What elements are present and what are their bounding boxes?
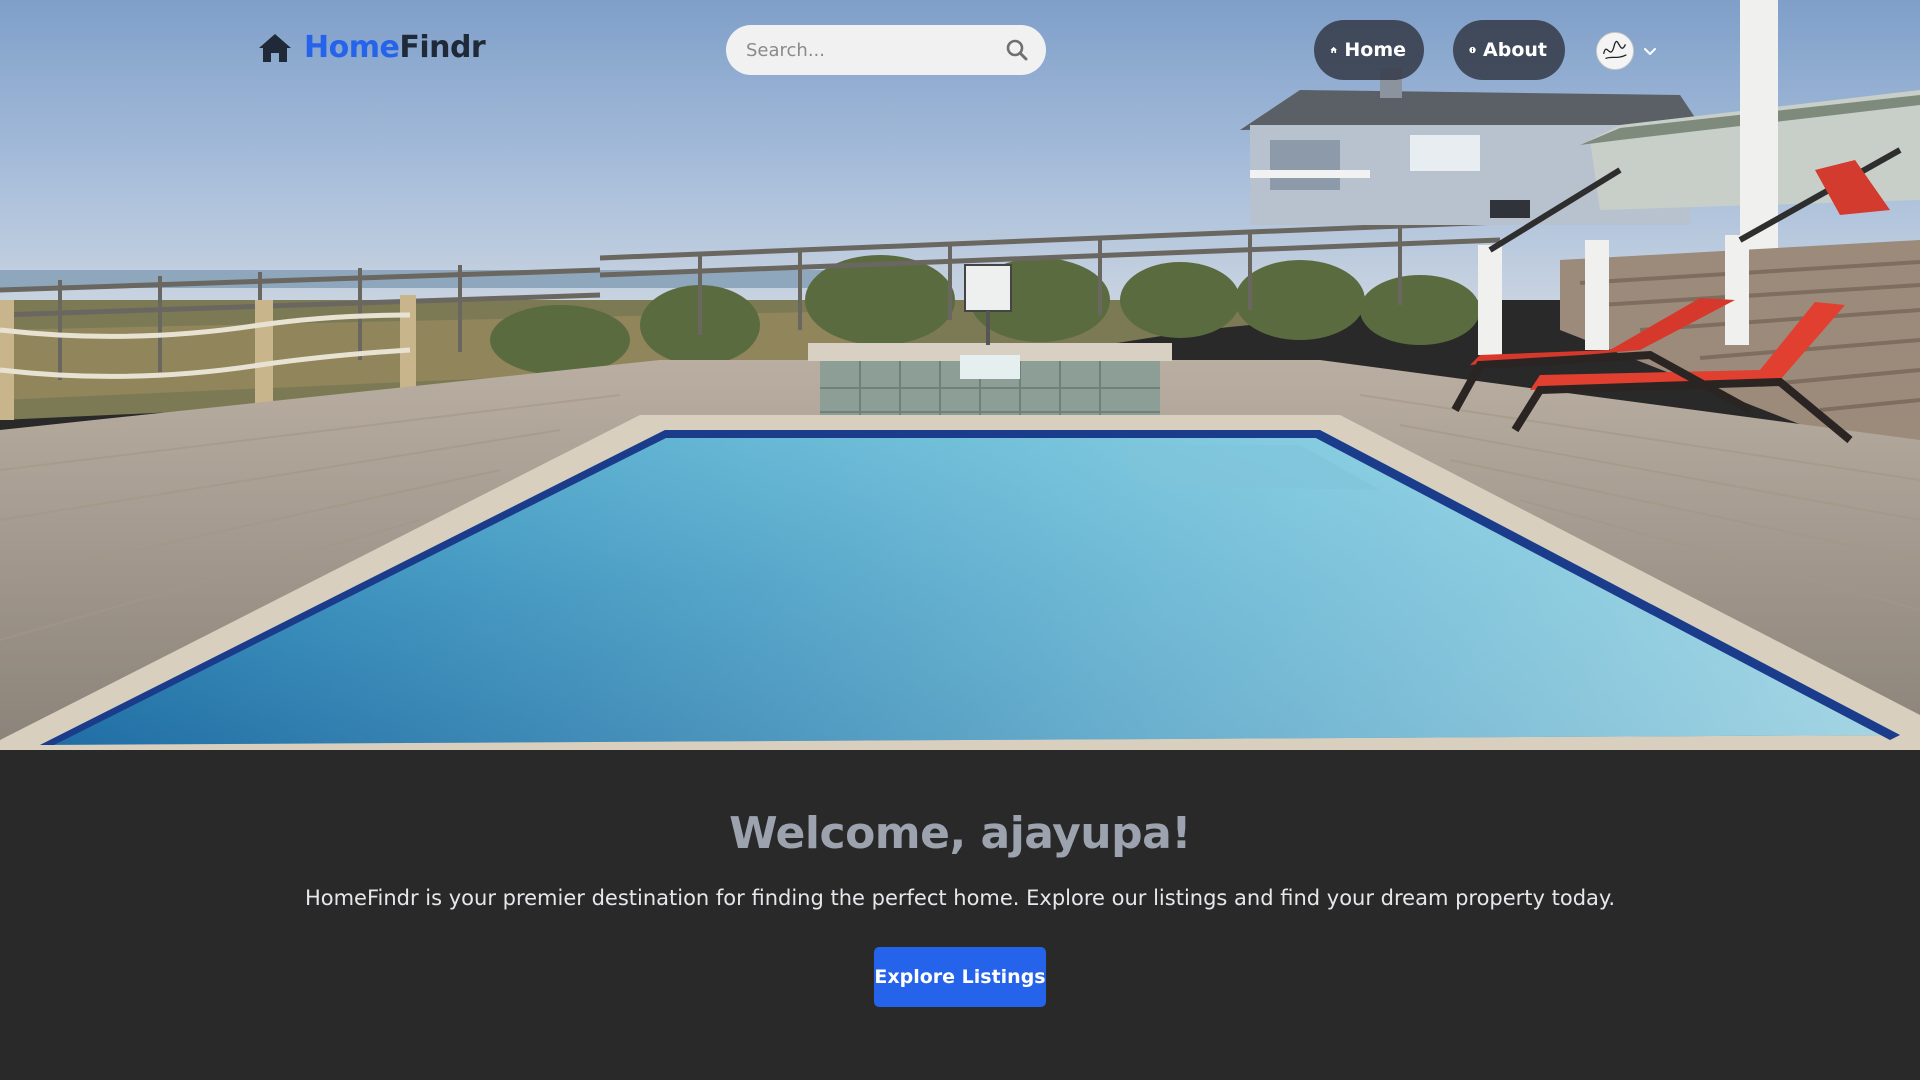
welcome-title: Welcome, ajayupa! [729,808,1191,859]
nav-about-button[interactable]: About [1453,20,1565,80]
nav-home-label: Home [1344,39,1406,61]
user-menu[interactable] [1596,32,1658,70]
house-icon [259,33,291,62]
hero-image [0,0,1920,750]
search-input[interactable] [746,39,1006,61]
nav-about-label: About [1483,39,1547,61]
brand-name: HomeFindr [304,30,486,65]
navbar: HomeFindr Home About [0,0,1920,100]
welcome-text: HomeFindr is your premier destination fo… [304,886,1616,910]
explore-listings-button[interactable]: Explore Listings [874,947,1046,1007]
house-icon [1330,46,1337,53]
brand-name-findr: Findr [399,30,486,65]
brand-name-home: Home [304,30,400,65]
nav-home-button[interactable]: Home [1314,20,1424,80]
info-icon [1469,46,1476,54]
hero-banner: HomeFindr Home About [0,0,1920,750]
chevron-down-icon [1644,48,1656,55]
search-icon[interactable] [1006,39,1028,61]
search-bar [726,25,1046,75]
brand-logo[interactable]: HomeFindr [258,30,486,65]
avatar [1596,32,1634,70]
welcome-section: Welcome, ajayupa! HomeFindr is your prem… [0,750,1920,1080]
